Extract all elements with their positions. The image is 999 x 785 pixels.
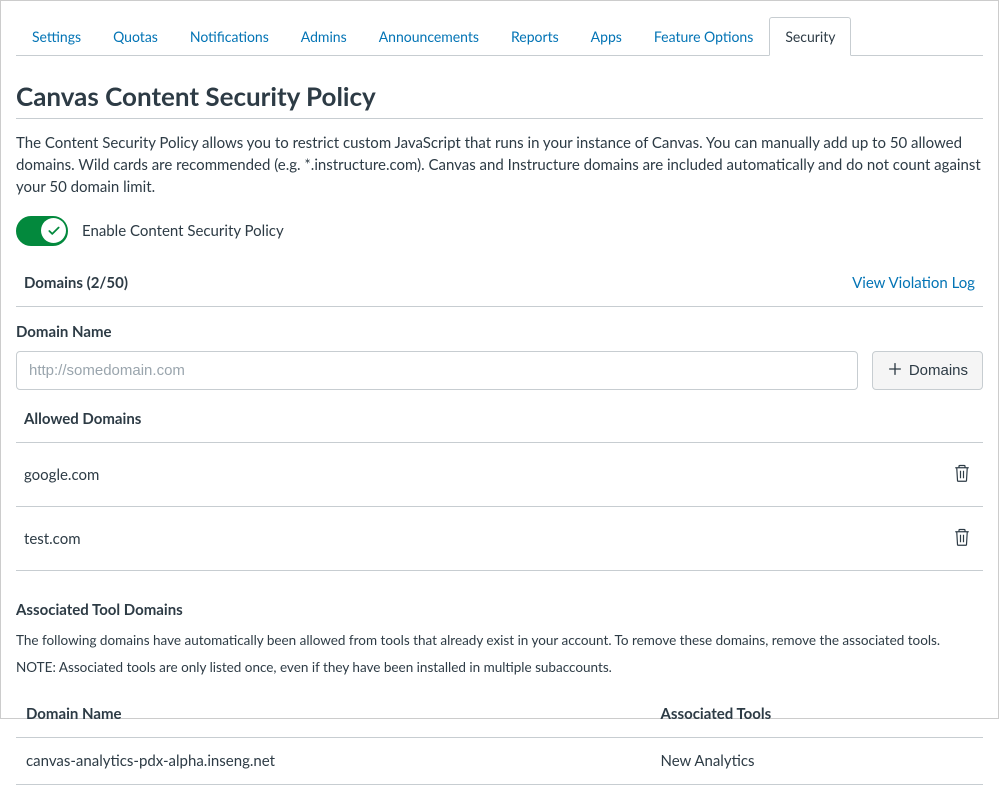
- domains-header: Domains (2/50) View Violation Log: [16, 274, 983, 307]
- trash-icon: [953, 471, 971, 486]
- allowed-domain-name: google.com: [24, 466, 99, 484]
- allowed-domains-heading: Allowed Domains: [16, 410, 983, 443]
- plus-icon: [887, 361, 903, 381]
- enable-csp-toggle[interactable]: [16, 216, 68, 246]
- associated-tools-cell: New Analytics: [660, 752, 973, 770]
- associated-table-row: canvas-analytics-pdx-alpha.inseng.netNew…: [16, 738, 983, 785]
- csp-description: The Content Security Policy allows you t…: [16, 133, 983, 198]
- associated-tool-domains-section: Associated Tool Domains The following do…: [16, 601, 983, 785]
- associated-text-1: The following domains have automatically…: [16, 631, 983, 650]
- view-violation-log-link[interactable]: View Violation Log: [852, 274, 975, 292]
- domain-name-input[interactable]: [16, 351, 858, 390]
- page-title: Canvas Content Security Policy: [16, 80, 983, 119]
- allowed-domain-row: google.com: [16, 443, 983, 507]
- associated-table-header: Domain Name Associated Tools: [16, 691, 983, 738]
- settings-tabs: SettingsQuotasNotificationsAdminsAnnounc…: [16, 16, 983, 56]
- add-domain-button[interactable]: Domains: [872, 351, 983, 390]
- tab-settings[interactable]: Settings: [16, 17, 97, 56]
- tab-reports[interactable]: Reports: [495, 17, 575, 56]
- tab-notifications[interactable]: Notifications: [174, 17, 285, 56]
- associated-text-2: NOTE: Associated tools are only listed o…: [16, 658, 983, 677]
- domains-count: Domains (2/50): [24, 274, 128, 292]
- tab-security[interactable]: Security: [769, 17, 851, 56]
- domain-name-label: Domain Name: [16, 323, 983, 341]
- delete-domain-button[interactable]: [949, 523, 975, 554]
- associated-domain-cell: canvas-analytics-pdx-alpha.inseng.net: [26, 752, 660, 770]
- tab-feature-options[interactable]: Feature Options: [638, 17, 769, 56]
- enable-csp-label: Enable Content Security Policy: [82, 222, 284, 240]
- col-header-domain: Domain Name: [26, 705, 660, 723]
- checkmark-icon: [41, 218, 66, 243]
- tab-admins[interactable]: Admins: [285, 17, 363, 56]
- associated-heading: Associated Tool Domains: [16, 601, 983, 619]
- associated-table: Domain Name Associated Tools canvas-anal…: [16, 691, 983, 785]
- trash-icon: [953, 535, 971, 550]
- allowed-domain-name: test.com: [24, 530, 81, 548]
- col-header-tools: Associated Tools: [660, 705, 973, 723]
- csp-toggle-row: Enable Content Security Policy: [16, 216, 983, 246]
- allowed-domains-list: google.com test.com: [16, 443, 983, 571]
- add-domain-button-label: Domains: [909, 362, 968, 379]
- add-domain-row: Domains: [16, 351, 983, 390]
- tab-announcements[interactable]: Announcements: [363, 17, 495, 56]
- delete-domain-button[interactable]: [949, 459, 975, 490]
- allowed-domain-row: test.com: [16, 507, 983, 571]
- tab-apps[interactable]: Apps: [575, 17, 638, 56]
- tab-quotas[interactable]: Quotas: [97, 17, 174, 56]
